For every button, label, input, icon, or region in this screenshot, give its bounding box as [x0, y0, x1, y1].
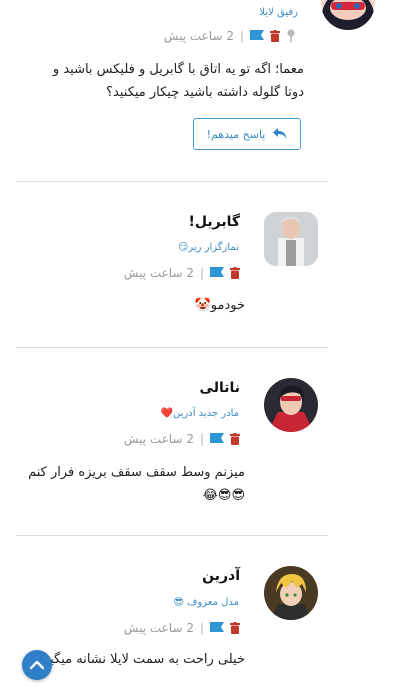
user-name: ناتالی — [199, 380, 240, 396]
chevron-up-icon — [30, 660, 44, 670]
trash-icon[interactable] — [270, 30, 280, 42]
user-role: نمازگزار ریر😏 — [177, 242, 239, 253]
meta-separator: | — [199, 266, 204, 280]
avatar — [321, 0, 375, 30]
comment-meta: | 2 ساعت پیش — [124, 266, 240, 280]
meta-separator: | — [239, 29, 244, 43]
trash-icon[interactable] — [230, 622, 240, 634]
comment-meta: | 2 ساعت پیش — [124, 432, 240, 446]
divider — [16, 535, 328, 536]
scroll-to-top-button[interactable] — [22, 650, 52, 680]
meta-separator: | — [199, 432, 204, 446]
trash-icon[interactable] — [230, 267, 240, 279]
divider — [16, 347, 328, 348]
comment-meta: | 2 ساعت پیش — [124, 621, 240, 635]
user-role: مدل معروف 😎 — [173, 597, 239, 608]
flag-icon[interactable] — [210, 267, 224, 279]
comment-time: 2 ساعت پیش — [123, 621, 194, 635]
avatar — [264, 378, 318, 432]
avatar — [264, 566, 318, 620]
divider — [16, 181, 328, 182]
comment-text: خیلی راحت به سمت لایلا نشانه میگیرم — [40, 652, 245, 667]
user-role: مادر جدید آدرین❤️ — [160, 408, 239, 419]
avatar — [264, 212, 318, 266]
flag-icon[interactable] — [210, 433, 224, 445]
comment-time: 2 ساعت پیش — [123, 266, 194, 280]
flag-icon[interactable] — [250, 30, 264, 42]
user-name: گابریل! — [188, 214, 240, 230]
pin-icon[interactable] — [286, 29, 296, 43]
user-role: رفیق لایلا — [259, 7, 298, 18]
comment-time: 2 ساعت پیش — [123, 432, 194, 446]
reply-button-label: پاسخ میدهم! — [206, 127, 266, 141]
trash-icon[interactable] — [230, 433, 240, 445]
flag-icon[interactable] — [210, 622, 224, 634]
comment-text: میزنم وسط سقف سقف بریزه فرار کنم 😎😎😂 — [28, 465, 245, 503]
comment-meta: | 2 ساعت پیش — [164, 29, 296, 43]
comment-text: معما؛ اگه تو یه اتاق با گابریل و فلیکس ب… — [52, 62, 304, 100]
reply-button[interactable]: پاسخ میدهم! — [193, 118, 301, 150]
comment-text: خودمو🤡 — [194, 298, 245, 313]
meta-separator: | — [199, 621, 204, 635]
user-name: آدرین — [202, 568, 240, 584]
comment-time: 2 ساعت پیش — [163, 29, 234, 43]
reply-arrow-icon — [273, 128, 287, 139]
